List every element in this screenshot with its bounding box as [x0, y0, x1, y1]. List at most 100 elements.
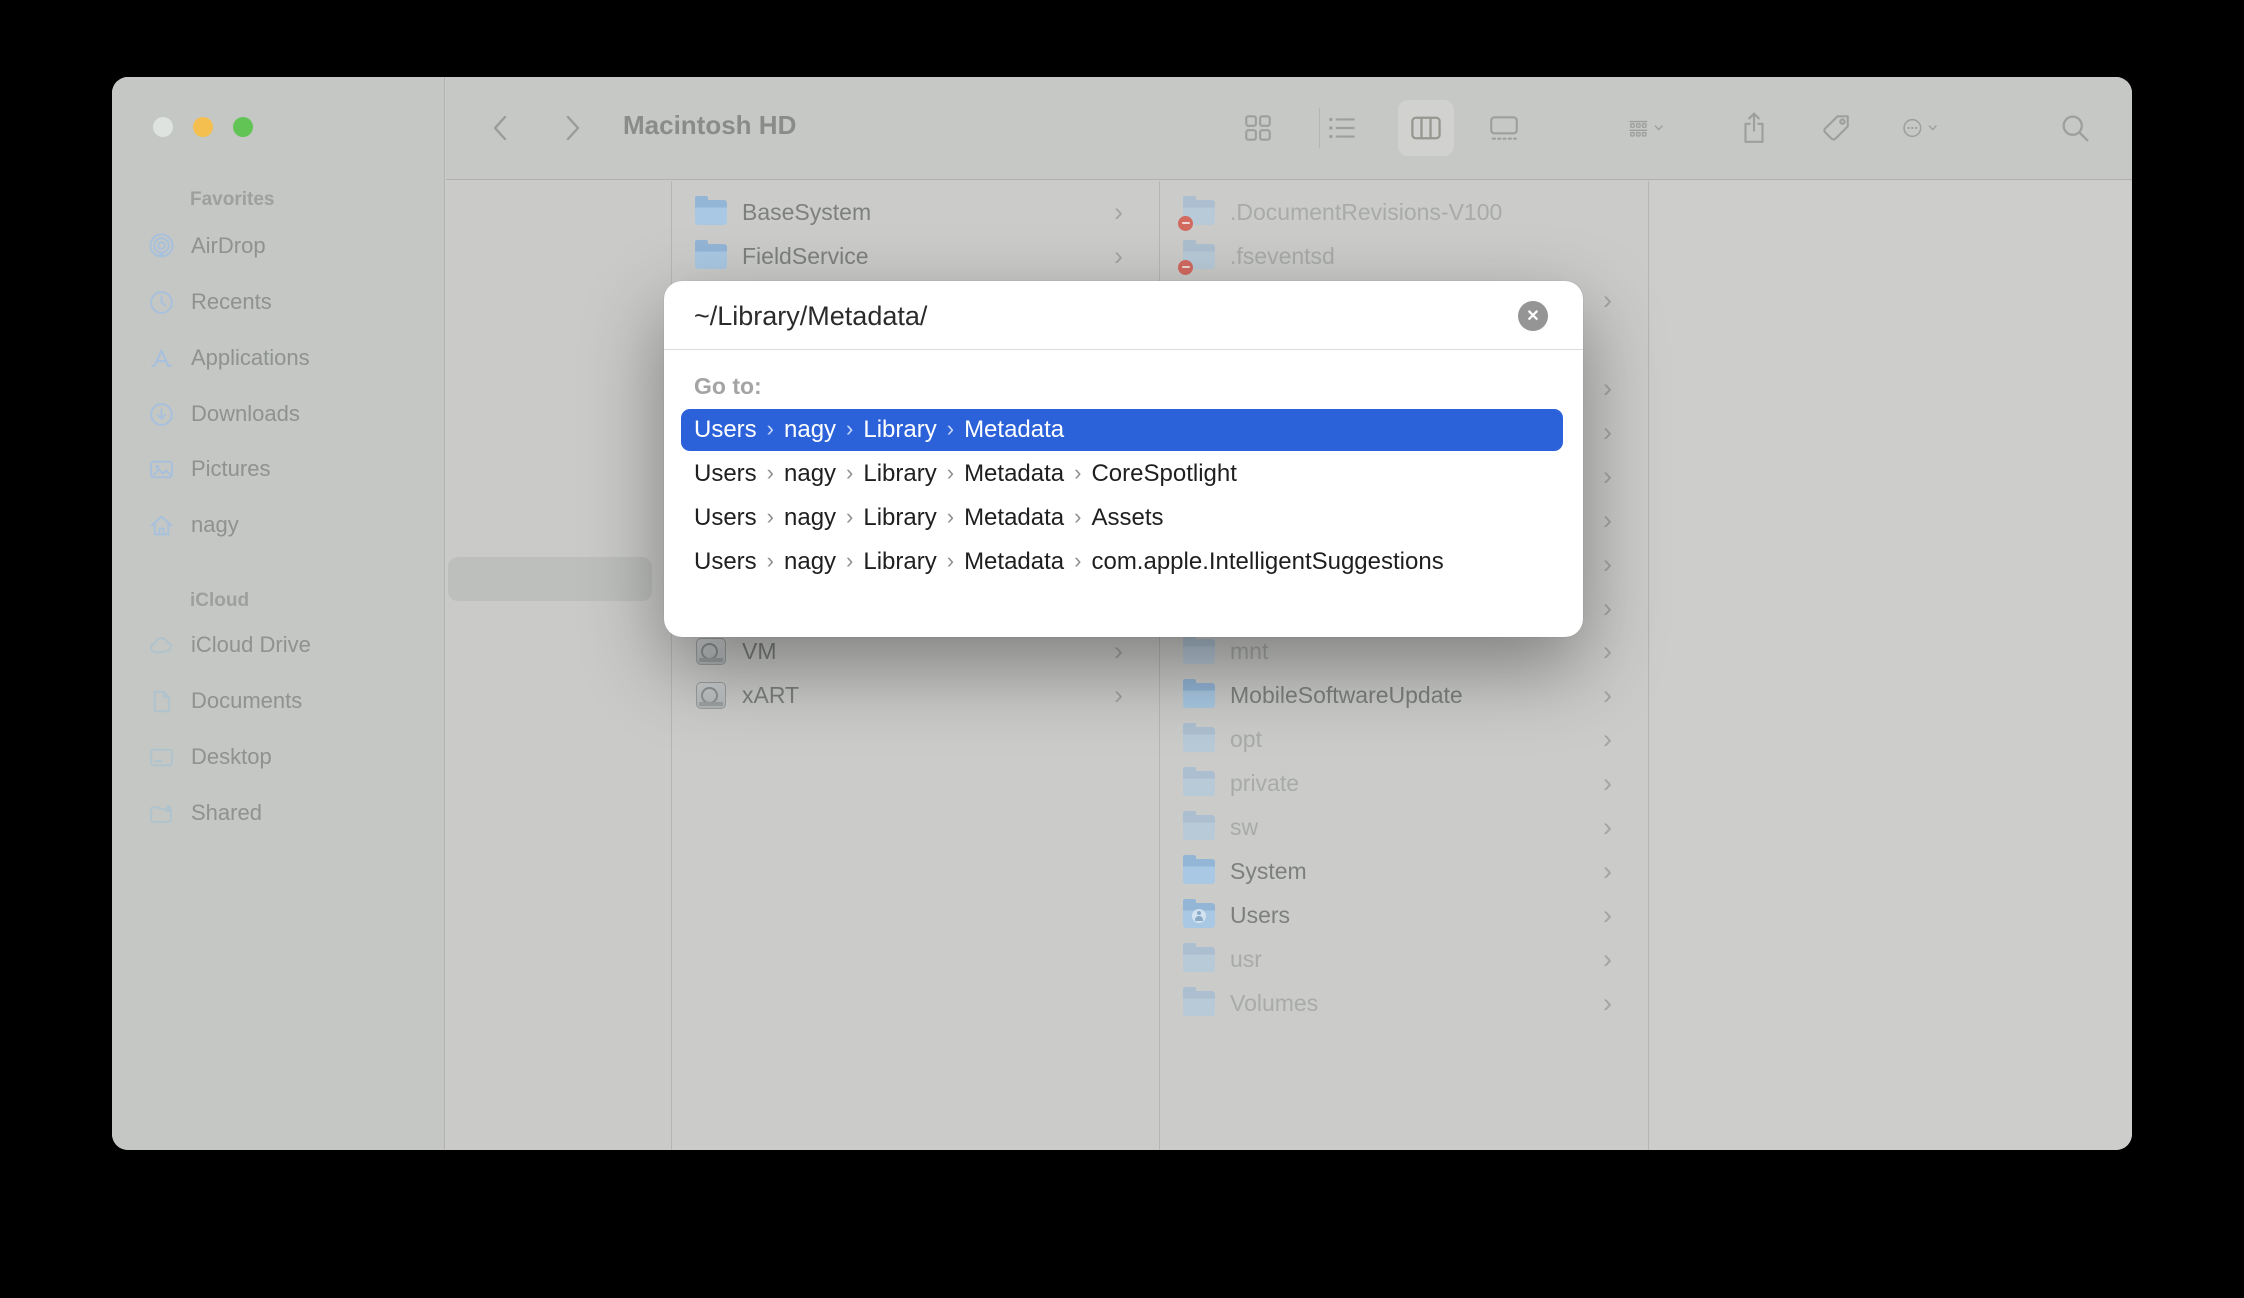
finder-column-1: › › › › › › ›: [446, 181, 968, 1150]
disclosure-chevron-icon: ›: [1603, 680, 1612, 710]
file-row[interactable]: FieldService ›: [673, 234, 1159, 278]
file-row[interactable]: xART ›: [673, 673, 1159, 717]
sidebar: Favorites AirDrop Recents Applications D…: [112, 77, 445, 1150]
disk-icon: [695, 681, 728, 709]
crumb-segment: Metadata: [964, 460, 1065, 487]
folder-icon: [1183, 766, 1216, 797]
sidebar-item-shared[interactable]: Shared: [148, 793, 428, 833]
sidebar-item-airdrop[interactable]: AirDrop: [148, 226, 428, 266]
disclosure-chevron-icon: ›: [1603, 856, 1612, 886]
shared-folder-icon: [150, 804, 173, 823]
crumb-separator-icon: ›: [766, 548, 774, 573]
file-row[interactable]: private ›: [1161, 761, 1648, 805]
file-row-label: usr: [1230, 945, 1262, 972]
crumb-segment: Library: [863, 548, 937, 575]
traffic-minimize-button[interactable]: [193, 117, 213, 137]
file-row[interactable]: .fseventsd: [1161, 234, 1648, 278]
disclosure-chevron-icon: ›: [1603, 988, 1612, 1018]
goto-suggestion[interactable]: Users › nagy › Library › Metadata › Asse…: [694, 503, 1164, 533]
file-row[interactable]: usr ›: [1161, 937, 1648, 981]
back-button[interactable]: [483, 110, 519, 146]
group-by-button[interactable]: [1627, 110, 1663, 146]
clear-input-button[interactable]: ✕: [1518, 301, 1548, 331]
grid-view-icon: [1245, 115, 1271, 141]
sidebar-item-label: nagy: [191, 512, 239, 537]
sidebar-item-label: Applications: [191, 345, 310, 370]
column-view-button[interactable]: [1408, 110, 1444, 146]
goto-suggestion-selected[interactable]: Users › nagy › Library › Metadata: [681, 409, 1563, 451]
file-row[interactable]: MobileSoftwareUpdate ›: [1161, 673, 1648, 717]
disclosure-chevron-icon: ›: [1603, 636, 1612, 666]
traffic-close-button[interactable]: [153, 117, 173, 137]
crumb-separator-icon: ›: [1074, 504, 1082, 529]
tag-icon: [1823, 115, 1849, 141]
disclosure-chevron-icon: ›: [1603, 461, 1612, 491]
crumb-separator-icon: ›: [946, 504, 955, 529]
sidebar-item-label: iCloud Drive: [191, 632, 311, 657]
traffic-zoom-button[interactable]: [233, 117, 253, 137]
file-row[interactable]: .DocumentRevisions-V100: [1161, 190, 1648, 234]
file-row[interactable]: System ›: [1161, 849, 1648, 893]
disclosure-chevron-icon: ›: [1603, 812, 1612, 842]
path-input[interactable]: [694, 293, 1474, 339]
sidebar-item-icloud-drive[interactable]: iCloud Drive: [148, 625, 428, 665]
file-row[interactable]: opt ›: [1161, 717, 1648, 761]
goto-label: Go to:: [694, 373, 762, 399]
file-row[interactable]: Volumes ›: [1161, 981, 1648, 1025]
restricted-folder-icon: [1178, 239, 1216, 275]
sidebar-item-label: Pictures: [191, 456, 271, 481]
goto-folder-dialog: ✕ Go to: Users › nagy › Library › Metada…: [664, 281, 1583, 637]
cloud-icon: [150, 636, 172, 653]
sidebar-item-recents[interactable]: Recents: [148, 282, 428, 322]
person-badge-icon: [1192, 908, 1206, 923]
crumb-separator-icon: ›: [766, 416, 774, 441]
file-row[interactable]: BaseSystem ›: [673, 190, 1159, 234]
no-access-badge-icon: [1178, 215, 1193, 231]
crumb-separator-icon: ›: [846, 504, 854, 529]
folder-icon: [1183, 810, 1216, 841]
document-icon: [153, 690, 170, 712]
more-options-button[interactable]: [1901, 110, 1937, 146]
crumb-separator-icon: ›: [766, 504, 774, 529]
file-row[interactable]: sw ›: [1161, 805, 1648, 849]
disclosure-chevron-icon: ›: [1603, 900, 1612, 930]
home-icon: [150, 515, 173, 535]
file-row-label: .fseventsd: [1230, 242, 1335, 269]
share-button[interactable]: [1736, 110, 1772, 146]
toolbar-separator: [1319, 108, 1320, 148]
gallery-view-button[interactable]: [1486, 110, 1522, 146]
airdrop-icon: [149, 233, 174, 257]
crumb-segment: Metadata: [964, 548, 1065, 575]
sidebar-item-documents[interactable]: Documents: [148, 681, 428, 721]
sidebar-item-home[interactable]: nagy: [148, 505, 428, 545]
crumb-segment: Library: [863, 504, 937, 531]
sidebar-item-label: Desktop: [191, 744, 272, 769]
file-row[interactable]: Users ›: [1161, 893, 1648, 937]
search-icon: [2062, 115, 2089, 142]
goto-suggestion[interactable]: Users › nagy › Library › Metadata › com.…: [694, 547, 1444, 577]
chevron-down-icon: [1928, 125, 1937, 131]
sidebar-item-desktop[interactable]: Desktop: [148, 737, 428, 777]
tag-button[interactable]: [1818, 110, 1854, 146]
sidebar-item-label: AirDrop: [191, 233, 266, 258]
sidebar-item-applications[interactable]: Applications: [148, 338, 428, 378]
disclosure-chevron-icon: ›: [1603, 944, 1612, 974]
folder-icon: [1183, 986, 1216, 1017]
goto-suggestion[interactable]: Users › nagy › Library › Metadata › Core…: [694, 459, 1237, 489]
disclosure-chevron-icon: ›: [1603, 417, 1612, 447]
crumb-segment: Users: [694, 416, 757, 443]
list-view-button[interactable]: [1324, 110, 1360, 146]
crumb-separator-icon: ›: [1074, 548, 1082, 573]
chevron-down-icon: [1654, 125, 1663, 131]
disclosure-chevron-icon: ›: [1114, 680, 1123, 710]
disclosure-chevron-icon: ›: [1603, 593, 1612, 623]
gallery-view-icon: [1490, 116, 1518, 140]
sidebar-item-downloads[interactable]: Downloads: [148, 394, 428, 434]
toolbar: Macintosh HD: [446, 77, 2132, 180]
sidebar-item-pictures[interactable]: Pictures: [148, 449, 428, 489]
photo-icon: [150, 460, 173, 478]
search-button[interactable]: [2057, 110, 2093, 146]
file-row-label: MobileSoftwareUpdate: [1230, 681, 1463, 708]
icon-view-button[interactable]: [1240, 110, 1276, 146]
forward-button[interactable]: [554, 110, 590, 146]
